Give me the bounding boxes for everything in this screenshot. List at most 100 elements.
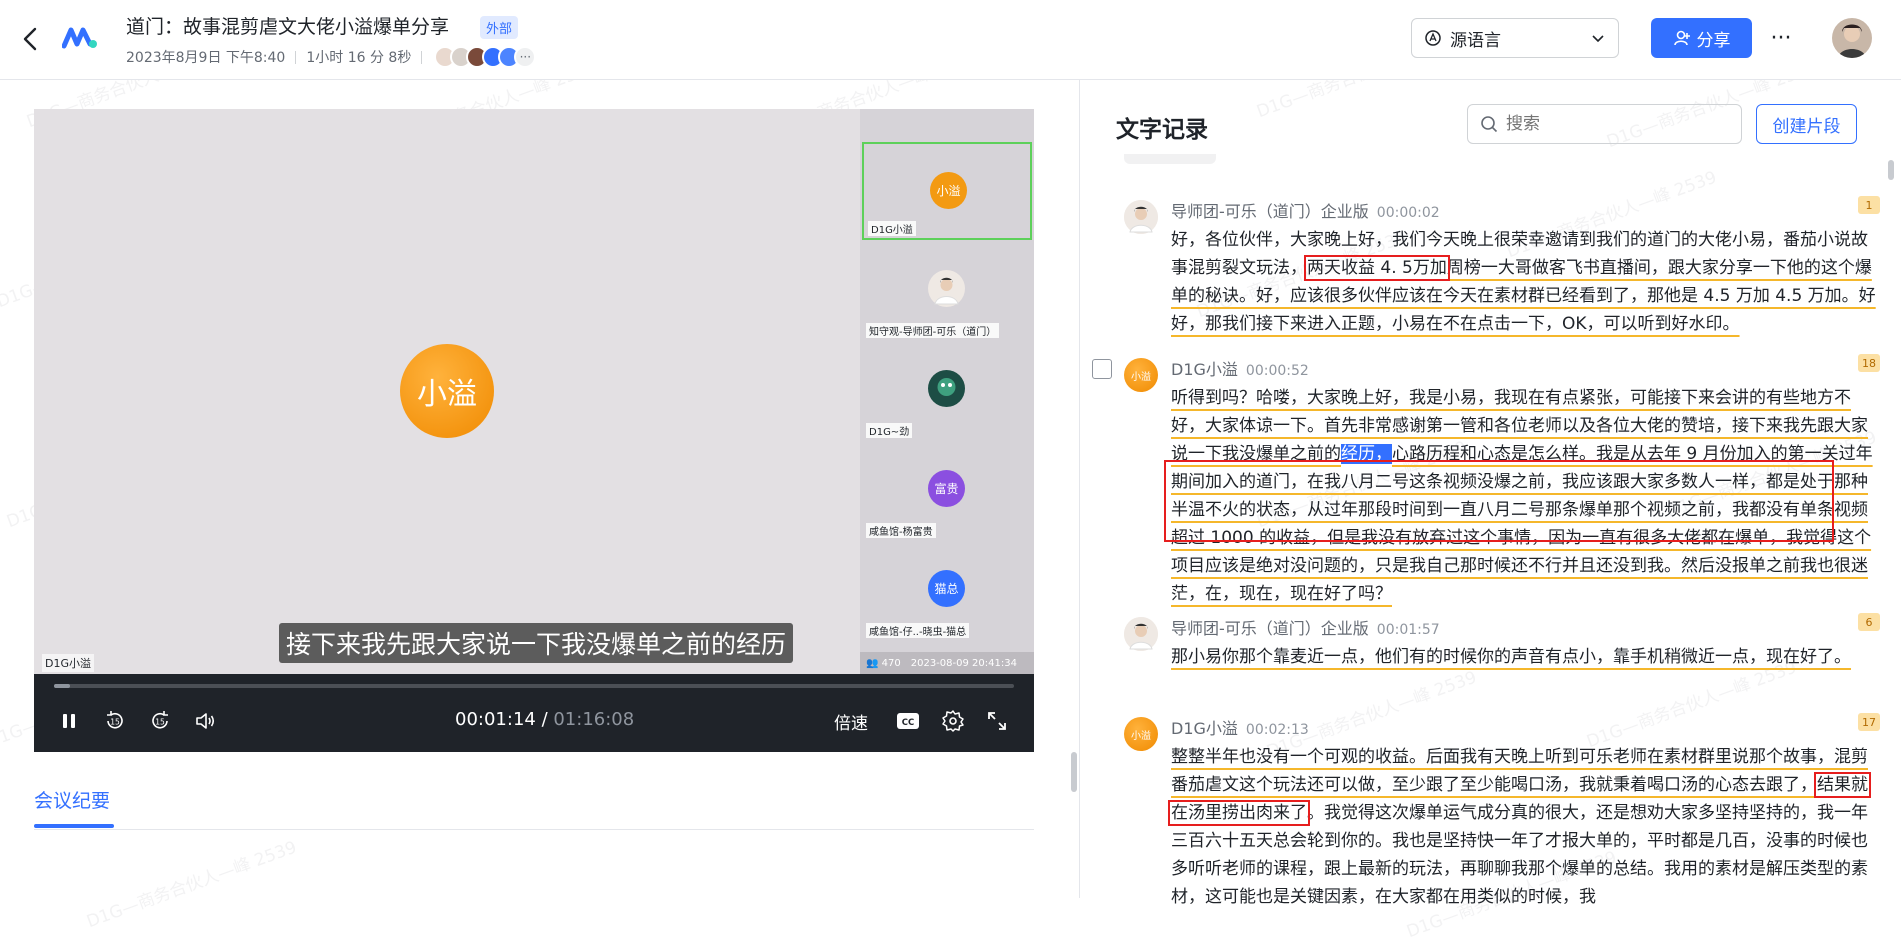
forward-15-icon[interactable]: 15 <box>147 708 173 734</box>
language-select-value: 源语言 <box>1450 30 1501 51</box>
search-icon <box>1481 116 1498 133</box>
main-speaker-name: D1G小溢 <box>42 654 94 672</box>
participant-tile[interactable]: 猫总 咸鱼馆-仔..-晓虫-猫总 <box>862 542 1032 640</box>
progress-fill <box>54 684 70 688</box>
svg-text:15: 15 <box>110 718 120 727</box>
speaker-avatar <box>1124 617 1158 651</box>
speed-button[interactable]: 倍速 <box>834 709 868 734</box>
translate-icon <box>1425 30 1441 46</box>
transcript-search[interactable] <box>1467 104 1742 144</box>
transcript-text[interactable]: 好，各位伙伴，大家晚上好，我们今天晚上很荣幸邀请到我们的道门的大佬小易，番茄小说… <box>1171 226 1877 338</box>
user-avatar[interactable] <box>1832 18 1872 58</box>
speaker-line: 导师团-可乐（道门）企业版 00:01:57 <box>1171 615 1440 639</box>
text-segment: 心路历程和心态是怎么样。我是从去年 9 月份加入的第一关过年期间加入的道门，在我… <box>1171 444 1873 604</box>
comment-count-badge[interactable]: 1 <box>1858 196 1880 214</box>
comment-count-badge[interactable]: 17 <box>1858 713 1880 731</box>
participant-tile[interactable]: 富贵 咸鱼馆-杨富贵 <box>862 442 1032 540</box>
transcript-text[interactable]: 那小易你那个靠麦近一点，他们有的时候你的声音有点小，靠手机稍微近一点，现在好了。 <box>1171 643 1877 671</box>
left-tabbar: 会议纪要 <box>34 776 1034 830</box>
fullscreen-icon[interactable] <box>984 708 1010 734</box>
transcript-scrollbar[interactable] <box>1888 160 1894 180</box>
external-tag: 外部 <box>480 16 519 39</box>
more-options-button[interactable]: ··· <box>1766 18 1796 58</box>
tile-name: 知守观-导师团-可乐（道门） <box>866 323 1000 338</box>
transcript-text[interactable]: 整整半年也没有一个可观的收益。后面我有天晚上听到可乐老师在素材群里说那个故事，混… <box>1168 743 1877 911</box>
speaker-avatar <box>1124 200 1158 234</box>
entry-timestamp[interactable]: 00:01:57 <box>1377 622 1440 638</box>
people-icon: 👥 <box>866 657 879 669</box>
current-time: 00:01:14 <box>455 709 536 730</box>
tile-name: 咸鱼馆-仔..-晓虫-猫总 <box>866 623 970 638</box>
speaker-line: 导师团-可乐（道门）企业版 00:00:02 <box>1171 198 1440 222</box>
transcript-title: 文字记录 <box>1116 117 1208 143</box>
tab-active-indicator <box>34 824 114 828</box>
speaker-avatar: 小溢 <box>1124 717 1158 751</box>
meta-divider <box>421 50 423 64</box>
video-player[interactable]: 小溢 D1G小溢 接下来我先跟大家说一下我没爆单之前的经历 小溢 D1G小溢 知… <box>34 109 1034 674</box>
svg-text:CC: CC <box>902 718 914 728</box>
panel-resize-handle[interactable] <box>1071 752 1077 792</box>
rewind-15-icon[interactable]: 15 <box>102 708 128 734</box>
video-subtitle: 接下来我先跟大家说一下我没爆单之前的经历 <box>279 623 794 663</box>
stream-time: 2023-08-09 20:41:34 <box>910 657 1017 669</box>
add-user-icon <box>1673 30 1690 46</box>
scroll-fade <box>1124 154 1216 164</box>
entry-timestamp[interactable]: 00:00:52 <box>1246 363 1309 379</box>
participant-tile[interactable]: D1G~劲 <box>862 342 1032 440</box>
transcript-text[interactable]: 听得到吗？哈喽，大家晚上好，我是小易，我现在有点紧张，可能接下来会讲的有些地方不… <box>1171 384 1877 608</box>
watermark-text: D1G—商务合伙人—峰 2539 <box>84 837 300 933</box>
tile-name: D1G~劲 <box>866 423 913 438</box>
tab-meeting-minutes[interactable]: 会议纪要 <box>34 786 110 813</box>
participants-avatars[interactable]: ··· <box>434 46 537 68</box>
participants-more-button[interactable]: ··· <box>514 46 537 68</box>
text-segment: 整整半年也没有一个可观的收益。后面我有天晚上听到可乐老师在素材群里说那个故事，混… <box>1171 747 1868 795</box>
viewers-value: 470 <box>881 657 901 669</box>
main-speaker-avatar: 小溢 <box>400 344 494 438</box>
speaker-avatar: 小溢 <box>1124 358 1158 392</box>
progress-bar[interactable] <box>54 684 1014 688</box>
language-select[interactable]: 源语言 <box>1411 18 1619 58</box>
stream-info: 👥 470 2023-08-09 20:41:34 <box>860 652 1034 674</box>
meta-divider <box>295 50 297 64</box>
svg-text:15: 15 <box>155 718 165 727</box>
current-playing-word: 经历， <box>1341 444 1392 464</box>
entry-timestamp[interactable]: 00:02:13 <box>1246 722 1309 738</box>
speaker-name: 导师团-可乐（道门）企业版 <box>1171 202 1369 221</box>
tile-avatar <box>928 370 965 407</box>
tile-avatar: 小溢 <box>930 172 967 209</box>
speaker-name: D1G小溢 <box>1171 719 1238 738</box>
search-input[interactable] <box>1506 114 1726 134</box>
speaker-line: D1G小溢 00:02:13 <box>1171 715 1309 739</box>
share-button-label: 分享 <box>1696 30 1731 51</box>
back-arrow-icon[interactable] <box>18 24 44 54</box>
pause-icon[interactable] <box>56 708 82 734</box>
total-time: 01:16:08 <box>553 709 635 730</box>
chevron-down-icon <box>1592 35 1604 43</box>
tile-avatar: 猫总 <box>928 570 965 607</box>
meeting-meta: 2023年8月9日 下午8:40 1小时 16 分 8秒 ··· <box>126 46 537 68</box>
share-button[interactable]: 分享 <box>1651 18 1752 58</box>
participant-tile[interactable]: 小溢 D1G小溢 <box>862 142 1032 240</box>
meeting-duration: 1小时 16 分 8秒 <box>306 50 412 66</box>
playback-time: 00:01:14 / 01:16:08 <box>455 709 635 730</box>
entry-select-checkbox[interactable] <box>1092 359 1112 379</box>
captions-icon[interactable]: CC <box>895 708 921 734</box>
app-logo-icon <box>61 22 98 52</box>
speaker-name: 导师团-可乐（道门）企业版 <box>1171 619 1369 638</box>
volume-icon[interactable] <box>192 708 218 734</box>
speaker-line: D1G小溢 00:00:52 <box>1171 356 1309 380</box>
tile-avatar: 富贵 <box>928 470 965 507</box>
player-controls: 15 15 00:01:14 / 01:16:08 倍速 CC <box>34 674 1034 752</box>
participant-strip: 小溢 D1G小溢 知守观-导师团-可乐（道门） D1G~劲 富贵 咸鱼馆-杨富贵… <box>860 109 1034 674</box>
entry-timestamp[interactable]: 00:00:02 <box>1377 205 1440 221</box>
create-clip-button[interactable]: 创建片段 <box>1756 104 1857 144</box>
comment-count-badge[interactable]: 6 <box>1858 613 1880 631</box>
tile-avatar <box>928 270 965 307</box>
settings-gear-icon[interactable] <box>940 708 966 734</box>
panel-divider <box>1079 80 1080 898</box>
comment-count-badge[interactable]: 18 <box>1858 354 1880 372</box>
participant-tile[interactable]: 知守观-导师团-可乐（道门） <box>862 242 1032 340</box>
meeting-title: 道门：故事混剪虐文大佬小溢爆单分享 <box>126 16 450 38</box>
top-header: 道门：故事混剪虐文大佬小溢爆单分享 外部 2023年8月9日 下午8:40 1小… <box>0 0 1901 80</box>
tile-name: D1G小溢 <box>868 221 916 236</box>
